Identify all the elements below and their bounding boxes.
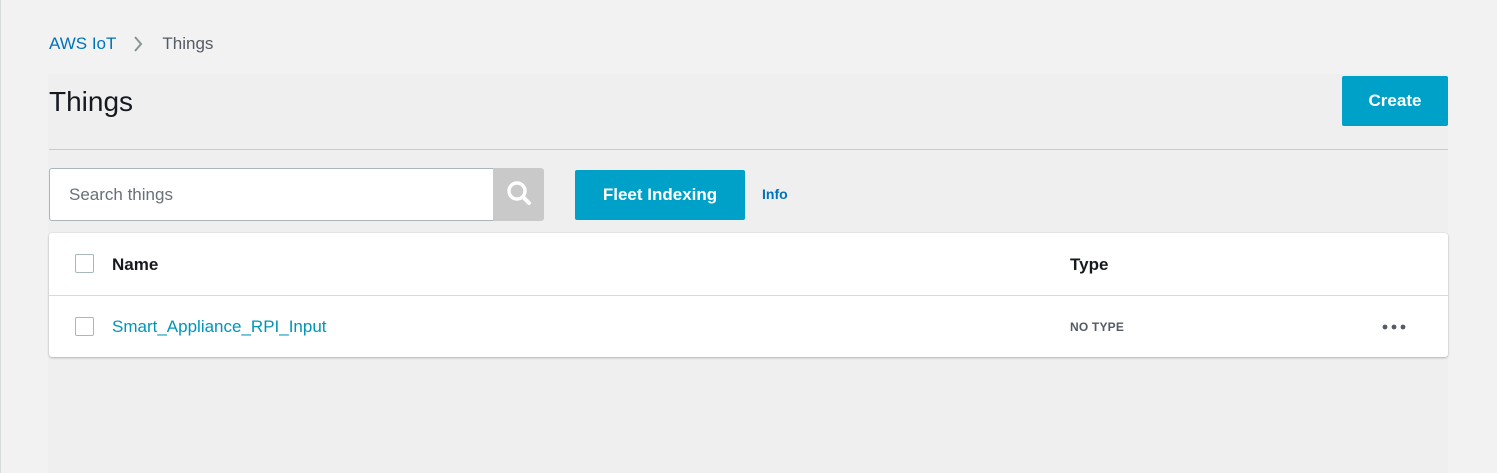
things-table: Name Type Smart_Appliance_RPI_Input NO T…: [49, 233, 1448, 357]
table-header: Name Type: [49, 233, 1448, 296]
search-bar: [49, 168, 544, 221]
table-row: Smart_Appliance_RPI_Input NO TYPE: [49, 297, 1448, 357]
column-header-type[interactable]: Type: [1070, 255, 1108, 275]
search-icon: [506, 180, 532, 209]
header-divider: [49, 149, 1448, 150]
info-link[interactable]: Info: [762, 186, 788, 202]
page-title: Things: [49, 86, 134, 117]
thing-name-link[interactable]: Smart_Appliance_RPI_Input: [112, 317, 327, 337]
left-edge-border: [0, 0, 1, 473]
breadcrumb-aws-iot-link[interactable]: AWS IoT: [49, 34, 116, 54]
select-all-checkbox[interactable]: [75, 254, 94, 273]
thing-type: NO TYPE: [1070, 320, 1125, 334]
breadcrumb: AWS IoT Things: [49, 34, 213, 54]
create-button[interactable]: Create: [1342, 76, 1448, 126]
search-input[interactable]: [49, 168, 493, 221]
more-horizontal-icon[interactable]: [1379, 317, 1409, 337]
search-button[interactable]: [493, 168, 544, 221]
fleet-indexing-button[interactable]: Fleet Indexing: [575, 170, 745, 220]
row-checkbox[interactable]: [75, 317, 94, 336]
chevron-right-icon: [132, 36, 144, 52]
column-header-name[interactable]: Name: [112, 255, 158, 275]
breadcrumb-current: Things: [162, 34, 214, 53]
